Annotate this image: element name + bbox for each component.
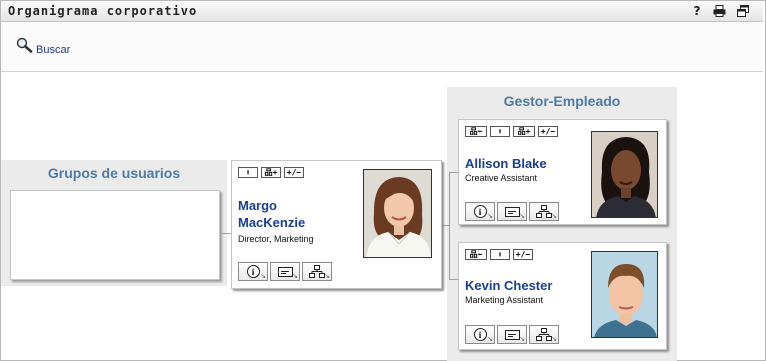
info-button[interactable]: i ↘: [238, 262, 268, 281]
person-title: Marketing Assistant: [465, 295, 544, 305]
info-icon: i: [473, 328, 487, 341]
back-to-manager-button[interactable]: 品⬅: [465, 249, 487, 260]
info-icon: i: [246, 265, 260, 278]
email-icon: [277, 266, 293, 277]
user-groups-list: [10, 190, 220, 280]
org-chart-button[interactable]: ↘: [302, 262, 332, 281]
expand-reports-button[interactable]: 品+: [513, 126, 535, 137]
person-name-line1[interactable]: Margo: [238, 197, 277, 214]
person-name[interactable]: Allison Blake: [465, 155, 547, 172]
hierarchy-icon: [536, 328, 552, 341]
org-chart-button[interactable]: ↘: [529, 202, 559, 221]
up-level-button[interactable]: ⬆: [490, 249, 510, 260]
email-button[interactable]: ↘: [270, 262, 300, 281]
person-name-line2[interactable]: MacKenzie: [238, 214, 305, 231]
email-button[interactable]: ↘: [497, 325, 527, 344]
person-title: Director, Marketing: [238, 234, 314, 244]
toggle-button[interactable]: +/−: [284, 167, 304, 178]
person-photo: [591, 131, 658, 218]
search-label: Buscar: [36, 44, 71, 56]
window-title: Organigrama corporativo: [8, 4, 198, 18]
search-link[interactable]: Buscar: [16, 37, 71, 56]
connector-line: [449, 172, 458, 173]
card-bottom-buttons: i ↘ ↘ ↘: [238, 262, 332, 281]
up-level-button[interactable]: ⬆: [238, 167, 258, 178]
restore-window-icon[interactable]: [736, 4, 750, 18]
back-to-manager-button[interactable]: 品⬅: [465, 126, 487, 137]
info-button[interactable]: i ↘: [465, 325, 495, 344]
help-icon[interactable]: ?: [690, 4, 704, 18]
connector-line: [449, 172, 450, 280]
info-icon: i: [473, 205, 487, 218]
up-level-button[interactable]: ⬆: [490, 126, 510, 137]
toggle-button[interactable]: +/−: [538, 126, 558, 137]
person-photo: [363, 169, 432, 258]
manager-employee-title: Gestor-Empleado: [503, 93, 621, 109]
connector-line: [221, 233, 231, 234]
org-chart-button[interactable]: ↘: [529, 325, 559, 344]
card-bottom-buttons: i ↘ ↘ ↘: [465, 202, 559, 221]
card-bottom-buttons: i ↘ ↘ ↘: [465, 325, 559, 344]
person-title: Creative Assistant: [465, 173, 538, 183]
connector-line: [449, 279, 458, 280]
info-button[interactable]: i ↘: [465, 202, 495, 221]
card-actions: 品⬅ ⬆ +/−: [465, 249, 533, 260]
email-icon: [504, 329, 520, 340]
email-icon: [504, 206, 520, 217]
hierarchy-icon: [536, 205, 552, 218]
toolbar: Buscar: [1, 22, 763, 72]
person-card-margo: ⬆ 品+ +/− Margo MacKenzie Director, Marke…: [231, 160, 442, 289]
printer-icon[interactable]: [712, 4, 726, 18]
person-name[interactable]: Kevin Chester: [465, 277, 552, 294]
expand-reports-button[interactable]: 品+: [261, 167, 281, 178]
title-bar: Organigrama corporativo ?: [1, 1, 763, 22]
user-groups-title: Grupos de usuarios: [47, 165, 181, 181]
email-button[interactable]: ↘: [497, 202, 527, 221]
card-actions: 品⬅ ⬆ 品+ +/−: [465, 126, 558, 137]
hierarchy-icon: [309, 265, 325, 278]
person-card-kevin: 品⬅ ⬆ +/− Kevin Chester Marketing Assista…: [458, 242, 667, 350]
magnifier-icon: [16, 37, 33, 53]
person-card-allison: 品⬅ ⬆ 品+ +/− Allison Blake Creative Assis…: [458, 119, 667, 225]
card-actions: ⬆ 品+ +/−: [238, 167, 304, 178]
toggle-button[interactable]: +/−: [513, 249, 533, 260]
person-photo: [591, 251, 658, 338]
